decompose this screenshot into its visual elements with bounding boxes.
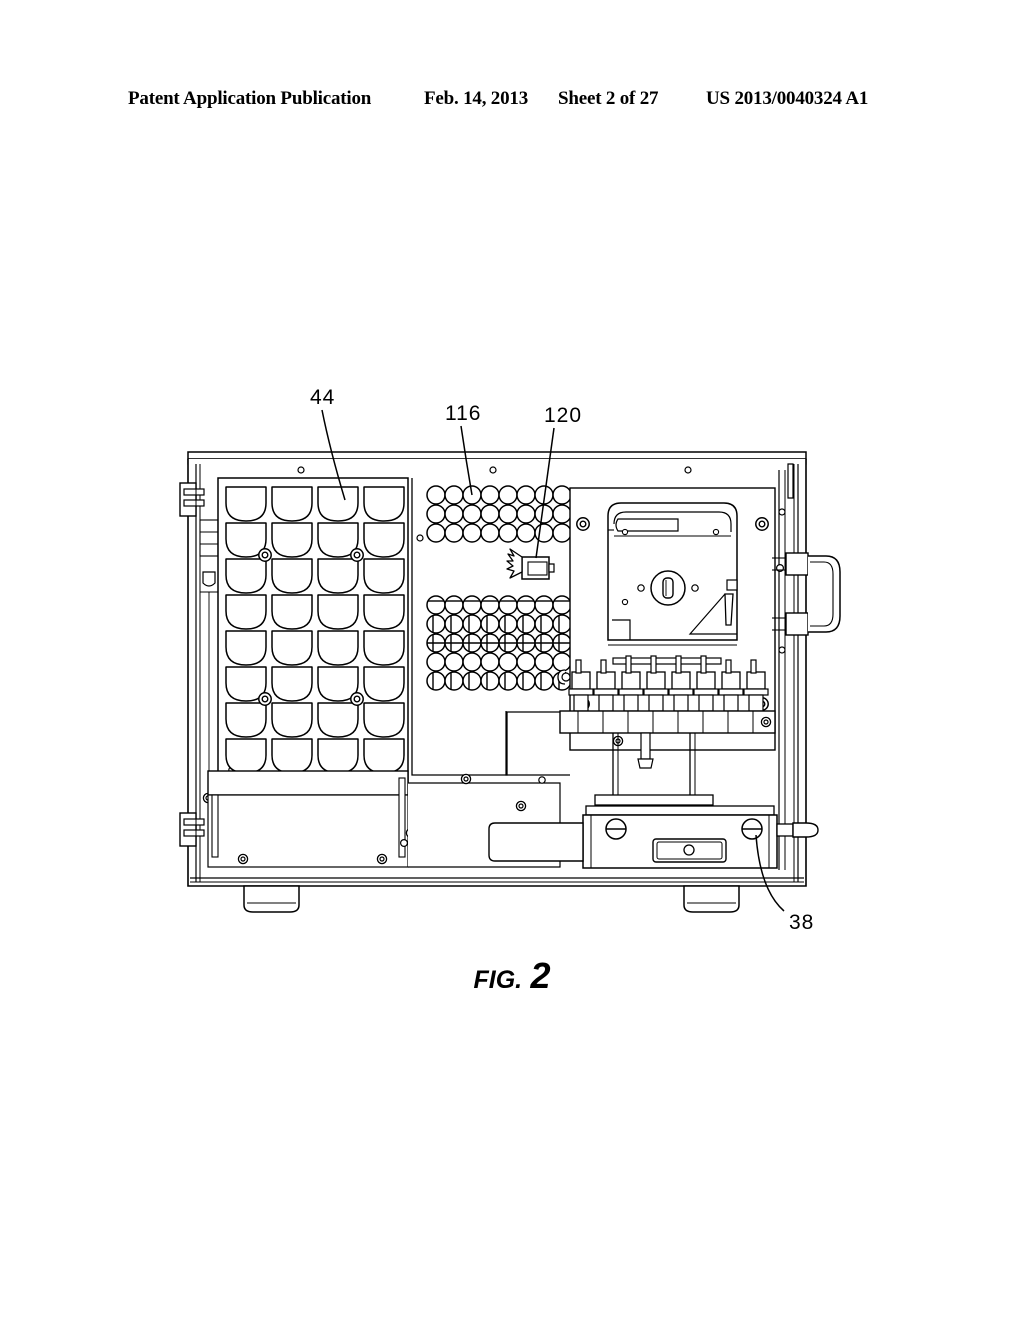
screw-icon <box>376 853 388 865</box>
panel-hole <box>416 534 424 542</box>
screw-icon <box>760 716 772 728</box>
reference-numeral-44: 44 <box>310 386 336 409</box>
figure-caption: FIG. 2 <box>0 955 1024 997</box>
chassis-foot <box>683 885 740 913</box>
patent-figure: 44 116 120 38 <box>0 0 1024 1320</box>
chassis-top-hole <box>297 466 305 474</box>
figure-drawing-svg <box>179 409 841 913</box>
chassis-top-hole <box>684 466 692 474</box>
cassette-housing <box>607 502 738 646</box>
slotted-screw-icon <box>605 818 627 840</box>
panel-screw-icon <box>755 517 769 531</box>
slotted-screw-icon <box>741 818 763 840</box>
reference-numeral-116: 116 <box>445 402 482 425</box>
chassis-top-hole <box>489 466 497 474</box>
screw-icon <box>515 800 527 812</box>
rack-screw-icon <box>350 548 364 562</box>
reference-numeral-120: 120 <box>544 404 583 427</box>
panel-screw-icon <box>576 517 590 531</box>
rack-screw-icon <box>258 548 272 562</box>
rack-screw-icon <box>258 692 272 706</box>
figure-caption-number: 2 <box>530 955 551 996</box>
screw-icon <box>237 853 249 865</box>
port-array-upper <box>426 485 572 543</box>
chassis-foot <box>243 885 300 913</box>
rack-plate <box>217 477 409 784</box>
screw-icon <box>460 773 472 785</box>
reference-numeral-38: 38 <box>789 911 815 934</box>
rack-screw-icon <box>350 692 364 706</box>
figure-caption-word: FIG. <box>473 966 523 994</box>
